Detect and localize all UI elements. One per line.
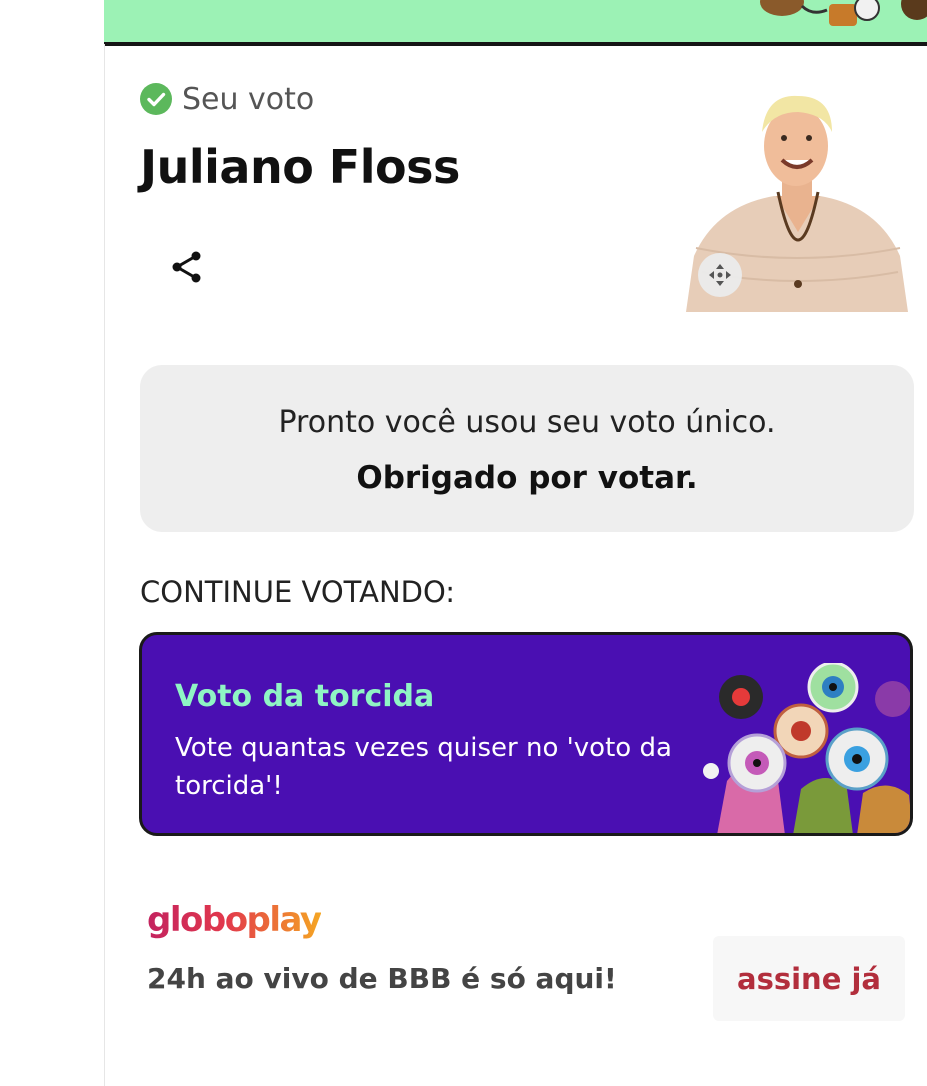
move-arrows-icon[interactable] [698, 253, 742, 297]
vote-confirmation-box: Pronto você usou seu voto único. Obrigad… [140, 365, 914, 532]
vote-status-label: Seu voto [182, 81, 315, 117]
confirmation-message: Pronto você usou seu voto único. [278, 405, 776, 440]
left-divider [104, 44, 105, 1086]
check-circle-icon [140, 83, 172, 115]
top-banner [104, 0, 927, 46]
globoplay-logo: globoplay [147, 900, 322, 940]
fan-vote-description: Vote quantas vezes quiser no 'voto da to… [175, 733, 672, 801]
subscribe-button[interactable]: assine já [713, 936, 905, 1021]
candidate-name: Juliano Floss [140, 140, 460, 194]
fan-vote-card[interactable]: Voto da torcida Vote quantas vezes quise… [139, 632, 913, 836]
globoplay-tagline: 24h ao vivo de BBB é só aqui! [147, 962, 617, 995]
vote-status: Seu voto [140, 81, 315, 117]
thank-you-message: Obrigado por votar. [356, 460, 698, 496]
fan-vote-title: Voto da torcida [175, 679, 435, 714]
bbb-eye-characters-illustration [703, 663, 910, 833]
banner-illustration [760, 0, 927, 26]
share-icon[interactable] [168, 248, 206, 286]
continue-voting-heading: CONTINUE VOTANDO: [140, 575, 456, 609]
